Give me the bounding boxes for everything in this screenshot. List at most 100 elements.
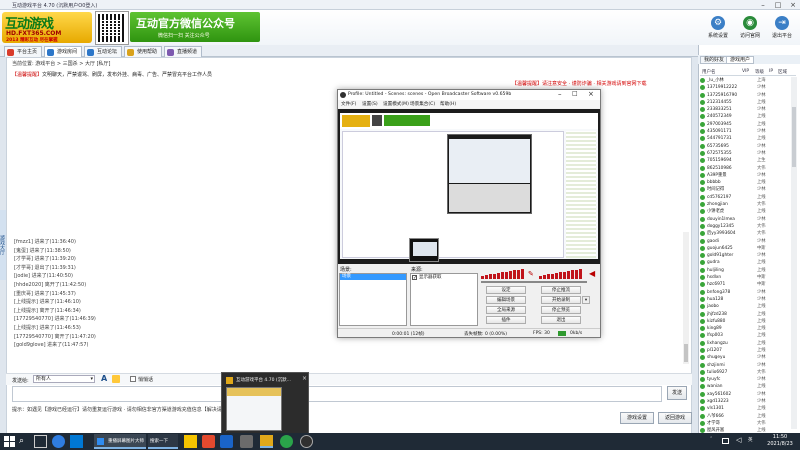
list-item[interactable]: shzjinmi 少林 <box>700 362 790 369</box>
search-icon[interactable]: ⌕ <box>19 436 24 447</box>
col-region[interactable]: 区域 <box>778 69 787 75</box>
exit-platform-button[interactable]: ⇥ 退出平台 <box>767 16 797 42</box>
record-options-icon[interactable]: ▾ <box>582 296 590 304</box>
obs-start-record-button[interactable]: 开始录制 <box>541 296 581 304</box>
obs-settings-button[interactable]: 设定 <box>486 286 526 294</box>
private-message-checkbox[interactable] <box>130 376 136 382</box>
list-item[interactable]: 544791731 上线 <box>700 135 790 142</box>
message-input[interactable] <box>12 386 662 402</box>
network-icon[interactable] <box>722 438 729 444</box>
list-item[interactable]: gold91ghter 少林 <box>700 252 790 259</box>
list-item[interactable]: tyuyfc 少林 <box>700 376 790 383</box>
list-item[interactable]: huljiling 上线 <box>700 267 790 274</box>
scene-item[interactable]: 场景 <box>340 274 406 280</box>
app-icon[interactable] <box>280 435 293 448</box>
emoji-icon[interactable] <box>112 375 120 383</box>
tab-game-rooms[interactable]: 游戏房间 <box>44 46 82 57</box>
close-icon[interactable]: × <box>786 0 800 10</box>
list-item[interactable]: 13725916790 少林 <box>700 92 790 99</box>
scenes-list[interactable] <box>339 273 407 326</box>
list-item[interactable]: A39P重景 少林 <box>700 172 790 179</box>
chat-scrollbar[interactable] <box>683 232 689 364</box>
list-item[interactable]: 212314455 上线 <box>700 99 790 106</box>
taskbar-item-search[interactable]: 搜索一下 <box>148 434 178 449</box>
list-item[interactable]: 672575355 少林 <box>700 150 790 157</box>
microphone-icon[interactable]: ✎ <box>528 270 534 278</box>
col-username[interactable]: 用户名 <box>702 69 716 75</box>
speaker-icon[interactable]: ◀ <box>589 269 595 278</box>
col-ip[interactable]: IP <box>769 69 773 74</box>
list-item[interactable]: _lu_小林 上海 <box>700 77 790 84</box>
return-game-button[interactable]: 返回游戏 <box>658 412 692 424</box>
list-item[interactable]: 297003945 上线 <box>700 121 790 128</box>
tab-live[interactable]: 直播频道 <box>164 46 202 57</box>
maximize-icon[interactable]: □ <box>771 0 785 10</box>
list-item[interactable]: bbbbb 上线 <box>700 179 790 186</box>
col-level[interactable]: 等级 <box>755 69 764 75</box>
tab-forum[interactable]: 互动论坛 <box>84 46 122 57</box>
menu-mode[interactable]: 设置模式(M) <box>383 101 409 107</box>
app-icon[interactable] <box>202 435 215 448</box>
chevron-up-icon[interactable]: ˄ <box>710 437 712 442</box>
ime-icon[interactable]: 英 <box>748 437 753 443</box>
list-item[interactable]: gaodi 少林 <box>700 238 790 245</box>
list-item[interactable]: cd5762197 上线 <box>700 194 790 201</box>
list-item[interactable]: lixhangzu 上线 <box>700 340 790 347</box>
visit-website-button[interactable]: ◉ 访问官网 <box>735 16 765 42</box>
tab-help[interactable]: 使用帮助 <box>124 46 162 57</box>
font-style-icon[interactable]: A <box>101 374 109 383</box>
list-item[interactable]: gudra 上线 <box>700 259 790 266</box>
tab-game-users[interactable]: 游戏用户 <box>726 56 755 64</box>
list-item[interactable]: wanian 上线 <box>700 383 790 390</box>
col-vip[interactable]: VIP <box>742 69 749 74</box>
tab-home[interactable]: 平台主页 <box>4 46 42 57</box>
list-item[interactable]: lfsp003 上线 <box>700 332 790 339</box>
list-item[interactable]: hzc6971 中斯 <box>700 281 790 288</box>
taskbar-item-screenshot-tool[interactable]: 重播屏幕图片大师 <box>94 434 146 449</box>
side-collapse-tab[interactable]: 游戏大厅 <box>0 210 6 280</box>
scrollbar-thumb[interactable] <box>792 107 796 167</box>
list-item[interactable]: 705159694 上生 <box>700 157 790 164</box>
obs-exit-button[interactable]: 退出 <box>541 316 581 324</box>
list-item[interactable]: 时间记得 少林 <box>700 186 790 193</box>
list-item[interactable]: xgd13223 少林 <box>700 398 790 405</box>
obs-plugins-button[interactable]: 插件 <box>486 316 526 324</box>
task-view-icon[interactable] <box>34 435 47 448</box>
list-item[interactable]: jhjfzd238 上线 <box>700 311 790 318</box>
tab-friends[interactable]: 我的好友 <box>700 56 729 64</box>
taskbar-thumbnail-preview[interactable]: 互动游戏平台 4.70 (沉默... × <box>221 372 309 434</box>
list-item[interactable]: 后yy3993604 大伟 <box>700 230 790 237</box>
game-settings-button[interactable]: 游戏设置 <box>620 412 654 424</box>
list-item[interactable]: 435091171 少林 <box>700 128 790 135</box>
list-item[interactable]: zhongjian 大伟 <box>700 201 790 208</box>
obs-stop-stream-button[interactable]: 停止推流 <box>541 286 581 294</box>
obs-stop-preview-button[interactable]: 停止预览 <box>541 306 581 314</box>
list-item[interactable]: douyin1lmea 少林 <box>700 216 790 223</box>
taskbar-clock[interactable]: 11:50 2021/8/23 <box>762 434 798 448</box>
list-item[interactable]: 才学哥 大伟 <box>700 420 790 427</box>
user-list-scrollbar[interactable] <box>791 77 797 429</box>
system-settings-button[interactable]: ⚙ 系统设置 <box>703 16 733 42</box>
list-item[interactable]: 862510986 大伟 <box>700 165 790 172</box>
windows-start-icon[interactable] <box>4 436 15 447</box>
list-item[interactable]: 65735695 少林 <box>700 143 790 150</box>
list-item[interactable]: king89 上线 <box>700 325 790 332</box>
list-item[interactable]: pl1207 上线 <box>700 347 790 354</box>
list-item[interactable]: kizfu880 上线 <box>700 318 790 325</box>
list-item[interactable]: 小饼老虎 上线 <box>700 208 790 215</box>
browser-icon[interactable] <box>52 435 65 448</box>
menu-help[interactable]: 帮助(H) <box>440 101 456 107</box>
sources-list[interactable] <box>410 273 478 326</box>
list-item[interactable]: bnfong378 少林 <box>700 289 790 296</box>
menu-settings[interactable]: 设置(S) <box>362 101 378 107</box>
app-icon[interactable] <box>220 435 233 448</box>
list-item[interactable]: xay561602 少林 <box>700 391 790 398</box>
list-item[interactable]: guojun6425 中斯 <box>700 245 790 252</box>
maximize-icon[interactable]: □ <box>572 90 578 97</box>
file-explorer-icon[interactable] <box>184 435 197 448</box>
obs-global-sources-button[interactable]: 全局来源 <box>486 306 526 314</box>
list-item[interactable]: vls1301 上线 <box>700 405 790 412</box>
list-item[interactable]: jaobo 上线 <box>700 303 790 310</box>
close-icon[interactable]: × <box>588 90 594 98</box>
edge-icon[interactable] <box>70 435 83 448</box>
